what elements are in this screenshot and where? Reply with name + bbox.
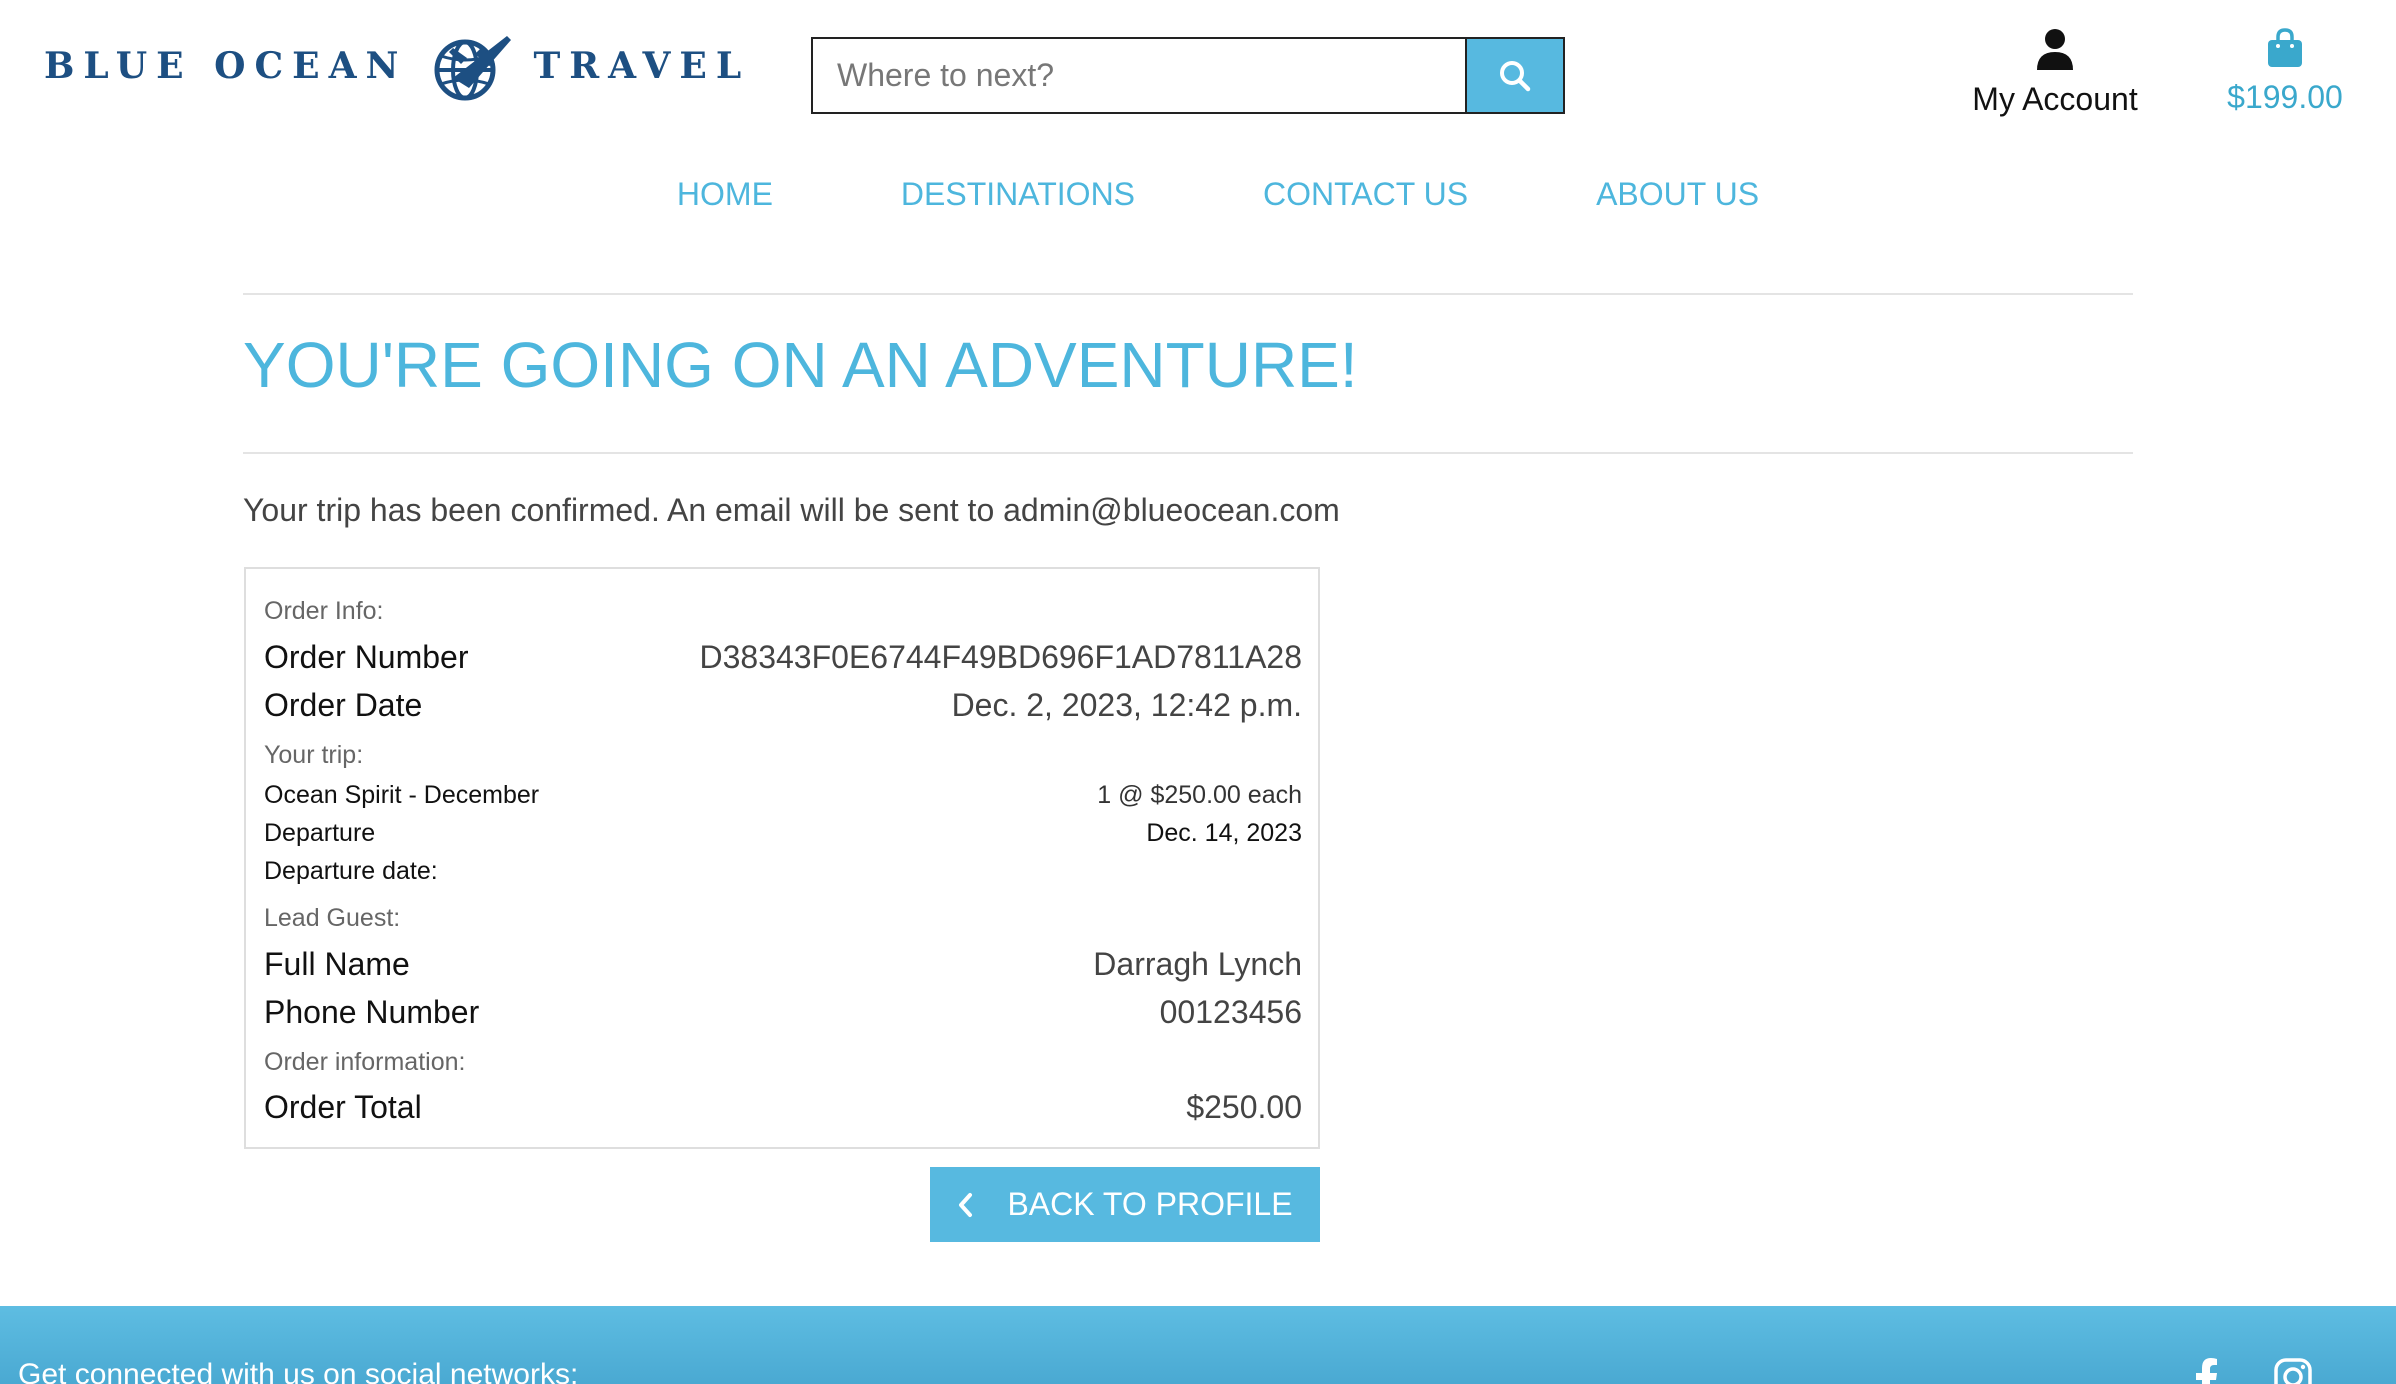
order-number-label: Order Number [264, 639, 469, 675]
cart-link[interactable]: $199.00 [2210, 28, 2360, 116]
search-form [811, 37, 1565, 114]
page-title: YOU'RE GOING ON AN ADVENTURE! [243, 329, 1358, 401]
back-to-profile-button[interactable]: BACK TO PROFILE [930, 1167, 1320, 1242]
lead-guest-heading: Lead Guest: [264, 904, 401, 932]
brand-word-right: TRAVEL [533, 45, 751, 87]
trip-name-line1: Ocean Spirit - December [264, 781, 540, 809]
departure-date-label: Departure date: [264, 857, 438, 885]
site-footer: Get connected with us on social networks… [0, 1306, 2396, 1384]
order-date-value: Dec. 2, 2023, 12:42 p.m. [951, 687, 1302, 723]
order-number-value: D38343F0E6744F49BD696F1AD7811A28 [699, 639, 1303, 675]
main-nav: HOME DESTINATIONS CONTACT US ABOUT US [0, 176, 2396, 213]
nav-about-us[interactable]: ABOUT US [1596, 176, 1759, 213]
departure-date-value: Dec. 14, 2023 [1146, 819, 1302, 847]
phone-number-value: 00123456 [1159, 994, 1302, 1030]
nav-destinations[interactable]: DESTINATIONS [901, 176, 1135, 213]
cart-total: $199.00 [2227, 79, 2343, 115]
search-icon [1500, 60, 1531, 91]
user-icon [2037, 29, 2073, 70]
divider-bottom [243, 452, 2133, 454]
order-date-label: Order Date [264, 687, 423, 723]
search-input[interactable] [813, 39, 1465, 112]
facebook-link[interactable] [2196, 1358, 2218, 1384]
my-account-label: My Account [1972, 81, 2138, 117]
order-total-label: Order Total [264, 1089, 422, 1125]
your-trip-heading: Your trip: [264, 741, 364, 769]
divider-top [243, 293, 2133, 295]
order-information-heading: Order information: [264, 1048, 466, 1076]
globe-plane-icon [434, 36, 512, 101]
order-summary-card: Order Info: Order Number D38343F0E6744F4… [244, 567, 1320, 1149]
instagram-icon [2274, 1358, 2312, 1384]
order-info-heading: Order Info: [264, 597, 384, 625]
phone-number-label: Phone Number [264, 994, 480, 1030]
trip-name-line2: Departure [264, 819, 376, 847]
nav-home[interactable]: HOME [677, 176, 773, 213]
nav-contact-us[interactable]: CONTACT US [1263, 176, 1468, 213]
shopping-bag-icon [2268, 28, 2302, 67]
confirmation-message: Your trip has been confirmed. An email w… [243, 492, 1340, 528]
brand-logo[interactable]: BLUE OCEAN TRAVEL [44, 28, 750, 104]
trip-quantity-price: 1 @ $250.00 each [1097, 781, 1302, 809]
facebook-icon [2196, 1358, 2217, 1384]
full-name-value: Darragh Lynch [1093, 946, 1302, 982]
my-account-link[interactable]: My Account [1960, 28, 2150, 118]
order-total-value: $250.00 [1186, 1089, 1302, 1125]
site-header: BLUE OCEAN TRAVEL My Account [0, 0, 2396, 212]
instagram-link[interactable] [2274, 1358, 2312, 1384]
chevron-left-icon [957, 1192, 973, 1218]
brand-word-left: BLUE OCEAN [44, 45, 408, 87]
back-to-profile-label: BACK TO PROFILE [1007, 1186, 1293, 1222]
social-networks-text: Get connected with us on social networks… [18, 1358, 579, 1384]
full-name-label: Full Name [264, 946, 410, 982]
search-button[interactable] [1465, 39, 1563, 112]
